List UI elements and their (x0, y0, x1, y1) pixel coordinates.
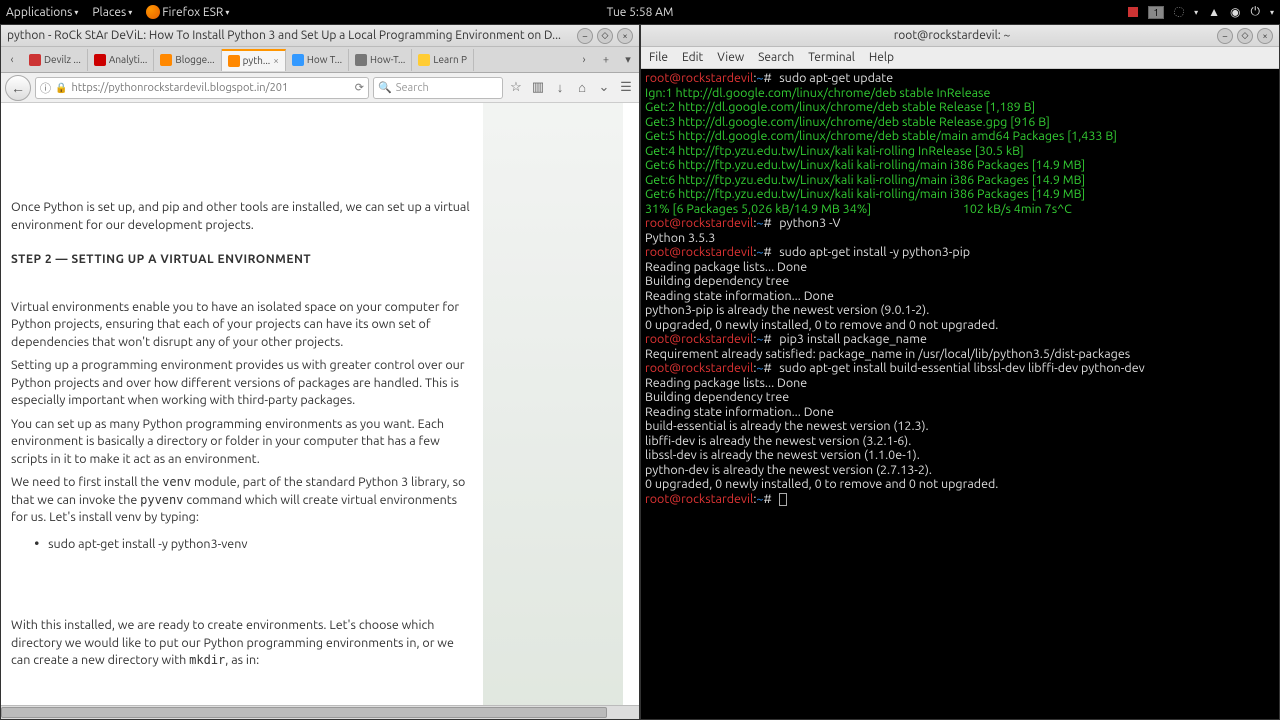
minimize-button[interactable]: – (1217, 28, 1233, 44)
pocket-icon[interactable]: ⌄ (595, 80, 613, 95)
url-text: https://pythonrockstardevil.blogspot.in/… (71, 82, 288, 94)
sidebar-icon[interactable]: ▥ (529, 80, 547, 95)
browser-tab[interactable]: pyth...× (222, 49, 286, 71)
url-bar[interactable]: ⓘ 🔒 https://pythonrockstardevil.blogspot… (35, 77, 369, 99)
navigation-toolbar: ← ⓘ 🔒 https://pythonrockstardevil.blogsp… (1, 73, 639, 103)
browser-tab[interactable]: How T... (286, 49, 349, 71)
terminal-titlebar[interactable]: root@rockstardevil: ~ – ◇ × (641, 25, 1279, 47)
network-icon[interactable]: ▲ (1208, 5, 1220, 19)
horizontal-scrollbar[interactable] (1, 705, 639, 719)
tab-scroll-left[interactable]: ‹ (1, 49, 23, 71)
favicon (292, 54, 304, 66)
terminal-menubar: File Edit View Search Terminal Help (641, 47, 1279, 69)
window-title: root@rockstardevil: ~ (687, 29, 1217, 42)
blog-sidebar (483, 103, 623, 705)
favicon (160, 54, 172, 66)
tab-label: Analyti... (109, 54, 148, 65)
paragraph: Virtual environments enable you to have … (11, 299, 471, 352)
browser-tab[interactable]: Blogge... (154, 49, 221, 71)
menu-edit[interactable]: Edit (682, 51, 703, 64)
tab-scroll-right[interactable]: › (573, 49, 595, 71)
step-heading: STEP 2 — SETTING UP A VIRTUAL ENVIRONMEN… (11, 252, 471, 269)
firefox-icon (146, 5, 160, 19)
window-title: python - RoCk StAr DeViL: How To Install… (7, 29, 577, 42)
recording-icon (1128, 7, 1138, 17)
tab-label: How-T... (370, 54, 405, 65)
close-tab-icon[interactable]: × (273, 55, 279, 66)
power-icon[interactable]: ⏻ (1250, 5, 1260, 19)
minimize-button[interactable]: – (577, 28, 593, 44)
firefox-window: python - RoCk StAr DeViL: How To Install… (0, 24, 640, 720)
paragraph: Setting up a programming environment pro… (11, 357, 471, 410)
info-icon[interactable]: ⓘ (40, 80, 51, 96)
accessibility-icon[interactable]: ◌ (1174, 6, 1184, 19)
favicon (94, 54, 106, 66)
terminal-window: root@rockstardevil: ~ – ◇ × File Edit View… (640, 24, 1280, 720)
downloads-icon[interactable]: ↓ (551, 80, 569, 95)
tab-strip: ‹ Devilz ... Analyti... Blogge... pyth...× H… (1, 47, 639, 73)
browser-tab[interactable]: How-T... (349, 49, 412, 71)
tabs-dropdown[interactable]: ▾ (617, 49, 639, 71)
home-icon[interactable]: ⌂ (573, 80, 591, 95)
menu-search[interactable]: Search (758, 51, 794, 64)
paragraph: You can set up as many Python programmin… (11, 416, 471, 469)
reload-icon[interactable]: ⟳ (355, 81, 364, 94)
paragraph: Once Python is set up, and pip and other… (11, 199, 471, 234)
close-button[interactable]: × (1257, 28, 1273, 44)
wifi-icon[interactable]: ◉ (1230, 5, 1240, 19)
tab-label: Devilz ... (44, 54, 81, 65)
search-box[interactable]: 🔍 Search (373, 77, 503, 99)
maximize-button[interactable]: ◇ (597, 28, 613, 44)
tab-label: pyth... (243, 55, 271, 66)
tab-label: Blogge... (175, 54, 214, 65)
new-tab-button[interactable]: + (595, 49, 617, 71)
terminal-output[interactable]: root@rockstardevil:~# sudo apt-get updat… (641, 69, 1279, 719)
clock[interactable]: Tue 5:58 AM (607, 6, 674, 19)
places-menu[interactable]: Places ▾ (92, 5, 132, 19)
paragraph: We need to first install the venv module… (11, 474, 471, 527)
article-body: Once Python is set up, and pip and other… (1, 103, 481, 705)
bookmark-star-icon[interactable]: ☆ (507, 80, 525, 95)
firefox-titlebar[interactable]: python - RoCk StAr DeViL: How To Install… (1, 25, 639, 47)
back-button[interactable]: ← (5, 75, 31, 101)
favicon (418, 54, 430, 66)
favicon (228, 55, 240, 67)
applications-menu[interactable]: Applications ▾ (6, 5, 78, 19)
maximize-button[interactable]: ◇ (1237, 28, 1253, 44)
favicon (29, 54, 41, 66)
search-icon: 🔍 (378, 81, 392, 94)
menu-terminal[interactable]: Terminal (808, 51, 855, 64)
close-button[interactable]: × (617, 28, 633, 44)
paragraph: With this installed, we are ready to cre… (11, 617, 471, 670)
menu-help[interactable]: Help (869, 51, 894, 64)
browser-tab[interactable]: Devilz ... (23, 49, 88, 71)
page-content[interactable]: Once Python is set up, and pip and other… (1, 103, 639, 705)
tab-label: How T... (307, 54, 342, 65)
menu-icon[interactable]: ☰ (617, 80, 635, 95)
tab-label: Learn P (433, 54, 467, 65)
lock-icon: 🔒 (55, 82, 67, 94)
menu-file[interactable]: File (649, 51, 668, 64)
code-command: • sudo apt-get install -y python3-venv (33, 535, 471, 554)
browser-tab[interactable]: Learn P (412, 49, 474, 71)
active-app-indicator[interactable]: Firefox ESR ▾ (146, 5, 229, 19)
menu-view[interactable]: View (717, 51, 744, 64)
gnome-top-bar: Applications ▾ Places ▾ Firefox ESR ▾ Tu… (0, 0, 1280, 24)
favicon (355, 54, 367, 66)
browser-tab[interactable]: Analyti... (88, 49, 155, 71)
workspace-indicator[interactable]: 1 (1148, 6, 1164, 19)
